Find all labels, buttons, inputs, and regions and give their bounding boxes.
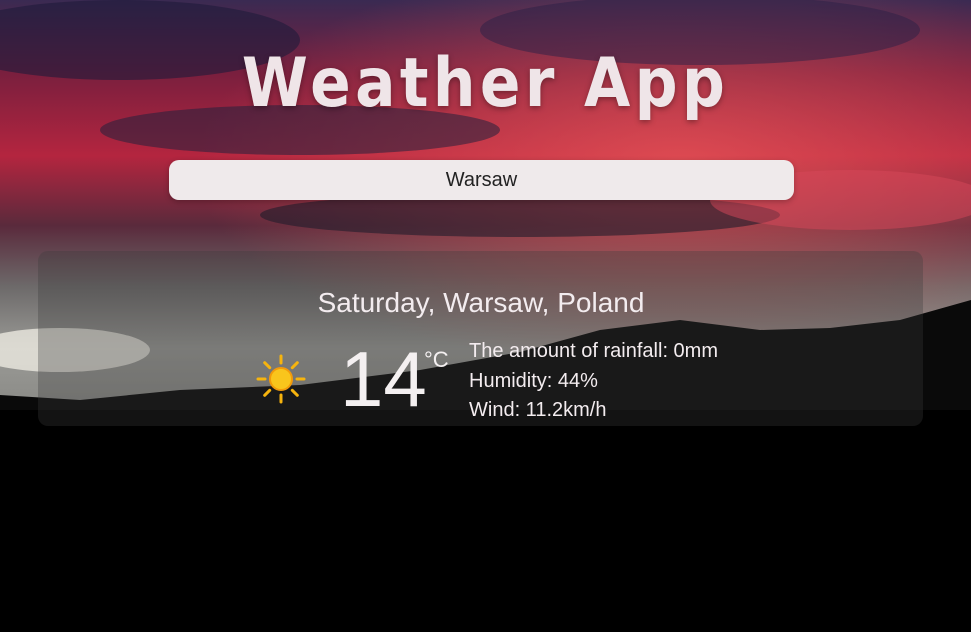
city-search-input[interactable]: [169, 167, 794, 193]
humidity-text: Humidity: 44%: [469, 370, 598, 392]
sun-icon: [256, 354, 306, 404]
search-bar[interactable]: [169, 160, 794, 200]
wind-text: Wind: 11.2km/h: [469, 399, 607, 421]
temperature-value: 14: [340, 335, 427, 423]
date-location-text: Saturday, Warsaw, Poland: [317, 287, 645, 318]
app-title: Weather App: [241, 44, 730, 123]
rainfall-text: The amount of rainfall: 0mm: [469, 340, 718, 362]
temperature-unit: °C: [424, 347, 449, 372]
